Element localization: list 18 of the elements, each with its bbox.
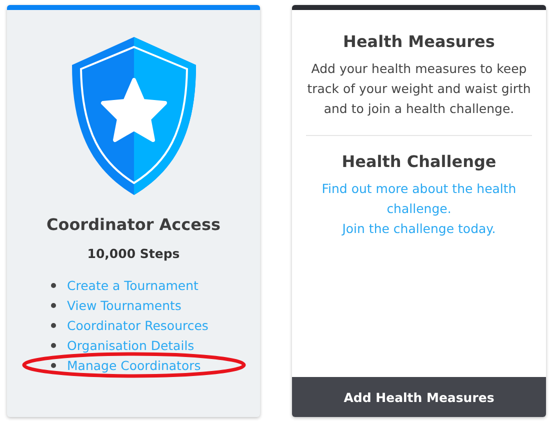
section-title: Health Challenge [342,152,496,171]
coordinator-link[interactable]: Coordinator Resources [67,318,208,332]
card-subtitle: 10,000 Steps [87,246,180,261]
shield-star-icon [72,37,196,195]
card-title: Coordinator Access [46,215,221,234]
coordinator-link[interactable]: Create a Tournament [67,278,198,292]
challenge-link[interactable]: Find out more about the health challenge. [306,179,532,219]
bullet-icon [51,362,56,368]
section-text: Add your health measures to keep track of your weight and waist girth and to join a health challenge. [306,60,532,118]
coordinator-link[interactable]: View Tournaments [67,298,182,312]
bullet-icon [51,322,56,328]
bullet-icon [51,342,56,348]
coordinator-link[interactable]: Organisation Details [67,338,194,352]
section-title: Health Measures [343,32,495,51]
challenge-link[interactable]: Join the challenge today. [306,219,532,239]
bullet-icon [51,302,56,308]
add-measures-button[interactable]: Add Health Measures [292,377,546,417]
bullet-icon [51,282,56,288]
